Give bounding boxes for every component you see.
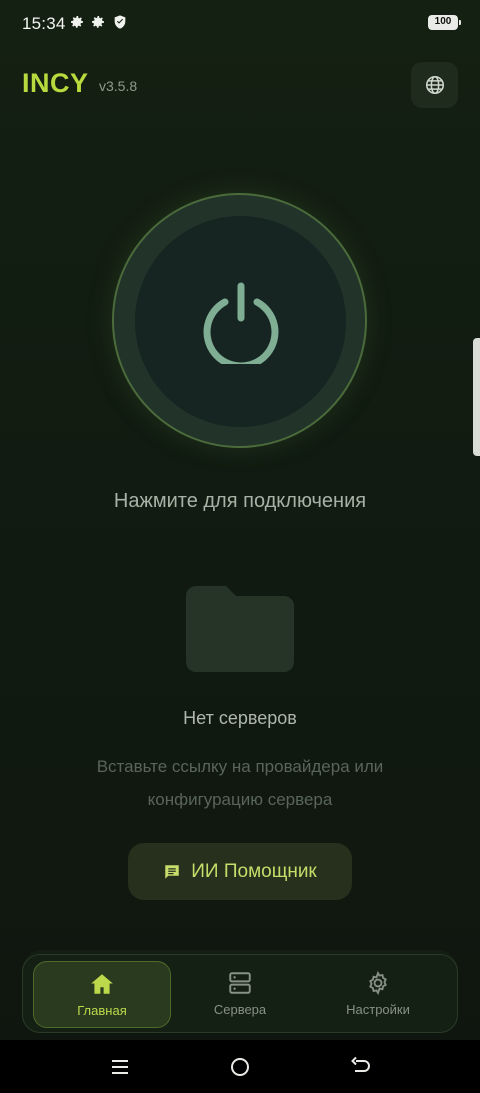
connect-prompt: Нажмите для подключения	[113, 490, 367, 512]
system-nav-bar	[0, 1040, 480, 1093]
recent-apps-icon[interactable]	[110, 1057, 130, 1077]
battery-indicator: 100	[428, 15, 461, 30]
nav-item-settings[interactable]: Настройки	[309, 955, 447, 1032]
empty-state-title: Нет серверов	[183, 708, 297, 728]
connect-power-button[interactable]	[112, 193, 367, 448]
empty-state-description: Вставьте ссылку на провайдера или конфиг…	[96, 757, 384, 809]
settings-gear-status-icon	[71, 16, 83, 28]
bottom-nav: Главная Сервера Настройки	[22, 954, 458, 1033]
servers-icon	[229, 972, 251, 994]
settings-gear-status-icon-2	[92, 16, 104, 28]
power-icon	[203, 282, 278, 364]
ai-assistant-label: ИИ Помощник	[191, 860, 317, 882]
folder-icon	[186, 586, 294, 672]
nav-item-home[interactable]: Главная	[33, 961, 171, 1028]
app-version: v3.5.8	[99, 78, 138, 94]
vpn-shield-icon	[114, 15, 126, 29]
gear-icon	[369, 970, 387, 996]
back-icon[interactable]	[350, 1056, 372, 1078]
status-bar: 15:34 100	[0, 0, 480, 48]
nav-label-settings: Настройки	[346, 1002, 410, 1017]
nav-item-servers[interactable]: Сервера	[171, 955, 309, 1032]
home-nav-icon[interactable]	[229, 1056, 251, 1078]
power-button-core	[135, 216, 346, 427]
nav-label-home: Главная	[77, 1003, 127, 1018]
app-title: INCY	[22, 68, 89, 98]
status-time: 15:34	[22, 14, 66, 33]
home-icon	[91, 974, 113, 994]
globe-icon	[425, 75, 444, 95]
edge-panel-handle[interactable]	[473, 338, 480, 456]
nav-label-servers: Сервера	[213, 1002, 267, 1017]
ai-assistant-button[interactable]: ИИ Помощник	[128, 843, 352, 900]
language-button[interactable]	[411, 62, 458, 108]
chat-icon	[165, 864, 179, 879]
battery-level: 100	[429, 16, 457, 29]
